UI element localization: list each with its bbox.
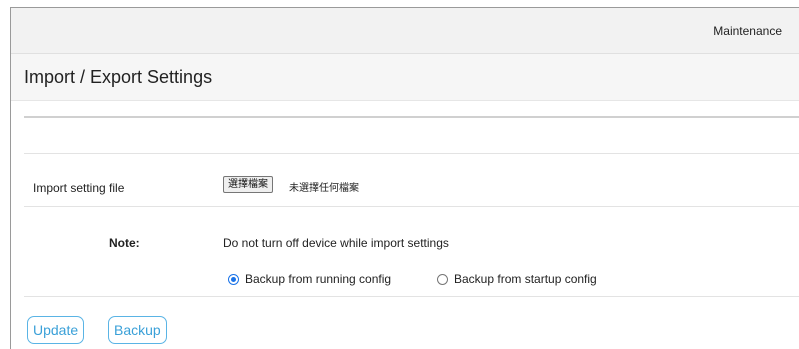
note-label: Note:: [109, 236, 140, 250]
row-divider: [24, 153, 799, 154]
import-setting-label: Import setting file: [33, 181, 125, 195]
file-status-text: 未選擇任何檔案: [289, 183, 359, 194]
title-bar: Import / Export Settings: [11, 54, 799, 101]
backup-running-option[interactable]: Backup from running config: [228, 272, 391, 286]
breadcrumb[interactable]: Maintenance: [713, 24, 782, 38]
update-button[interactable]: Update: [27, 316, 85, 344]
radio-unselected-icon[interactable]: [437, 273, 448, 285]
top-bar: Maintenance: [11, 8, 799, 54]
backup-running-label: Backup from running config: [245, 272, 392, 286]
note-text: Do not turn off device while import sett…: [223, 236, 449, 250]
radio-selected-icon[interactable]: [228, 273, 239, 285]
row-divider: [24, 296, 799, 297]
choose-file-button[interactable]: 選擇檔案: [223, 176, 273, 193]
backup-startup-option[interactable]: Backup from startup config: [437, 272, 597, 286]
page-title: Import / Export Settings: [24, 67, 213, 87]
content-frame: Maintenance Import / Export Settings Imp…: [10, 7, 799, 349]
row-divider: [24, 206, 799, 207]
backup-button[interactable]: Backup: [108, 316, 167, 344]
backup-startup-label: Backup from startup config: [454, 272, 597, 286]
panel-separator: [24, 116, 799, 118]
